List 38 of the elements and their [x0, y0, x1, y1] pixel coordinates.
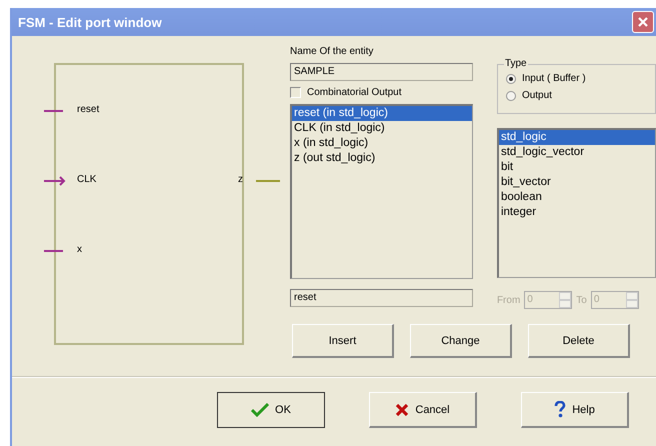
cross-icon	[395, 402, 410, 416]
group-title: Type	[504, 58, 528, 69]
entity-label: Name Of the entity	[290, 46, 374, 57]
list-item[interactable]: reset (in std_logic)	[292, 106, 472, 121]
radio-option[interactable]: Input ( Buffer )	[506, 73, 647, 84]
help-button[interactable]: Help	[521, 392, 629, 428]
close-icon	[637, 16, 649, 28]
entity-name-field[interactable]: SAMPLE	[290, 63, 473, 81]
list-item[interactable]: x (in std_logic)	[292, 136, 472, 151]
close-button[interactable]	[632, 11, 654, 33]
cancel-button[interactable]: Cancel	[369, 392, 477, 428]
radio-option[interactable]: Output	[506, 90, 647, 101]
port-label: CLK	[77, 174, 96, 185]
radio-button[interactable]	[506, 90, 516, 100]
list-item[interactable]: std_logic	[498, 130, 655, 145]
port-name-field[interactable]: reset	[290, 289, 473, 307]
edit-action-button[interactable]: Change	[410, 324, 512, 358]
edit-action-button[interactable]: Insert	[292, 324, 394, 358]
radio-button[interactable]	[506, 74, 516, 84]
ok-button[interactable]: OK	[217, 392, 325, 428]
checkbox[interactable]	[290, 87, 301, 98]
port-label: reset	[77, 104, 100, 115]
to-label: To	[576, 294, 587, 306]
edit-action-button[interactable]: Delete	[528, 324, 630, 358]
port-label: x	[77, 244, 82, 255]
list-item[interactable]: boolean	[498, 190, 655, 205]
list-item[interactable]: bit_vector	[498, 175, 655, 190]
from-label: From	[496, 294, 520, 306]
question-icon	[554, 401, 566, 418]
port-label: z	[238, 174, 243, 185]
list-item[interactable]: CLK (in std_logic)	[292, 121, 472, 136]
window-title: FSM - Edit port window	[18, 14, 162, 30]
checkbox-label: Combinatorial Output	[307, 87, 402, 98]
check-icon	[251, 403, 270, 417]
list-item[interactable]: std_logic_vector	[498, 145, 655, 160]
list-item[interactable]: bit	[498, 160, 655, 175]
list-item[interactable]: z (out std_logic)	[292, 151, 472, 166]
list-item[interactable]: integer	[498, 205, 655, 220]
